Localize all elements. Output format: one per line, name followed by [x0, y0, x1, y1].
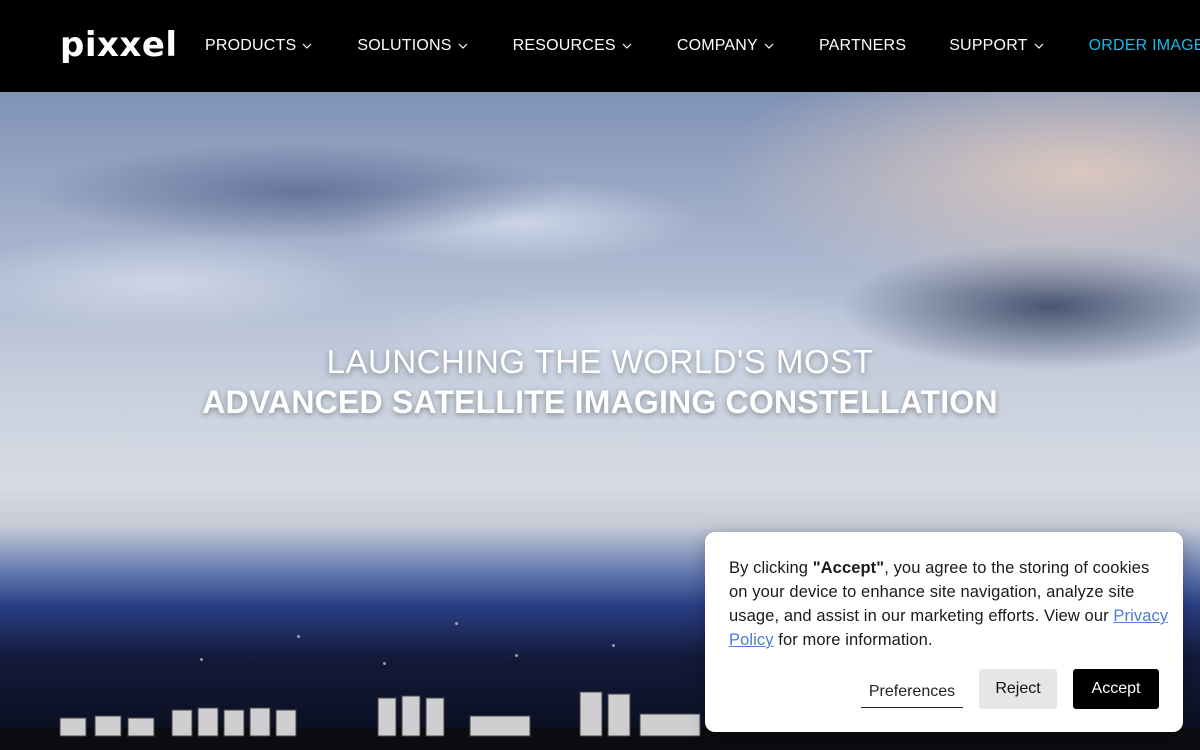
- top-nav: pixxel PRODUCTS SOLUTIONS RESOURCES COMP…: [0, 0, 1200, 92]
- order-imagery-link[interactable]: ORDER IMAGERY: [1089, 37, 1200, 55]
- nav-item-solutions[interactable]: SOLUTIONS: [357, 37, 468, 55]
- pixxel-logo[interactable]: pixxel: [60, 26, 178, 64]
- chevron-down-icon: [458, 43, 468, 49]
- chevron-down-icon: [302, 43, 312, 49]
- nav-item-label: COMPANY: [676, 37, 758, 54]
- hero-headline-line2: ADVANCED SATELLITE IMAGING CONSTELLATION: [202, 384, 998, 420]
- nav-item-products[interactable]: PRODUCTS: [205, 37, 312, 55]
- nav-item-label: PRODUCTS: [205, 37, 297, 54]
- nav-menu: PRODUCTS SOLUTIONS RESOURCES COMPANY PAR…: [205, 36, 1200, 56]
- chevron-down-icon: [622, 43, 632, 49]
- nav-item-label: SUPPORT: [949, 37, 1028, 54]
- nav-item-label: RESOURCES: [512, 37, 616, 54]
- nav-item-label: PARTNERS: [818, 37, 907, 54]
- cookie-consent-banner: By clicking "Accept", you agree to the s…: [705, 532, 1183, 732]
- reject-button[interactable]: Reject: [979, 669, 1057, 709]
- nav-item-label: ORDER IMAGERY: [1088, 37, 1200, 54]
- cookie-text-prefix: By clicking: [729, 559, 813, 577]
- cookie-text-suffix: for more information.: [773, 631, 933, 649]
- chevron-down-icon: [1034, 43, 1044, 49]
- chevron-down-icon: [764, 43, 774, 49]
- cookie-consent-text: By clicking "Accept", you agree to the s…: [729, 556, 1169, 652]
- nav-item-company[interactable]: COMPANY: [677, 37, 774, 55]
- nav-item-label: SOLUTIONS: [357, 37, 452, 54]
- accept-button[interactable]: Accept: [1073, 669, 1159, 709]
- nav-item-support[interactable]: SUPPORT: [949, 37, 1044, 55]
- hero-headline-line1: LAUNCHING THE WORLD'S MOST: [326, 343, 874, 380]
- nav-item-partners[interactable]: PARTNERS: [819, 37, 906, 55]
- preferences-button[interactable]: Preferences: [861, 676, 963, 708]
- nav-item-resources[interactable]: RESOURCES: [513, 37, 632, 55]
- cookie-text-accept-bold: "Accept": [812, 559, 885, 577]
